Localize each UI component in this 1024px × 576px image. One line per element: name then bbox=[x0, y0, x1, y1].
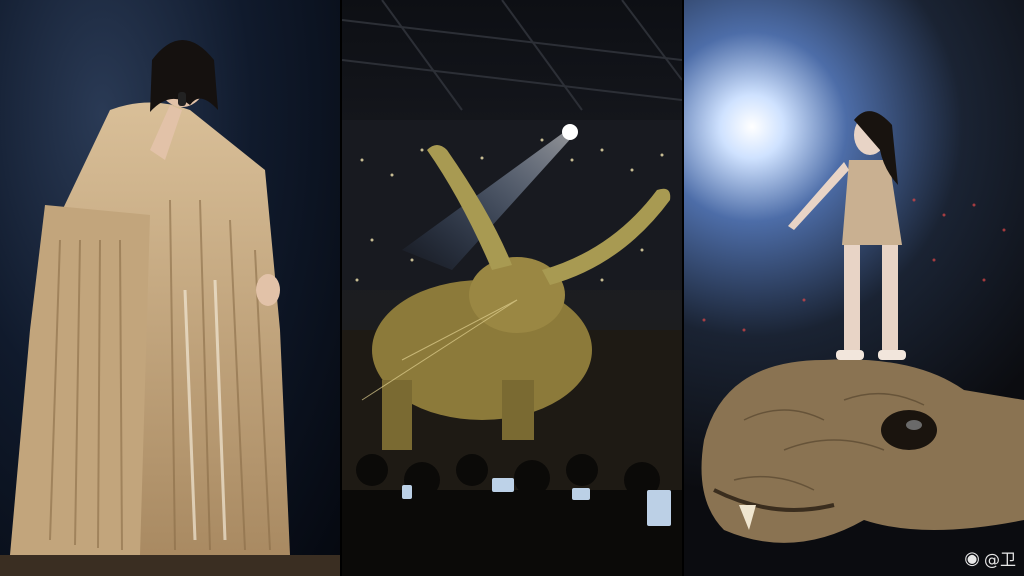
panel-singer-serpent: ◉ @卫 bbox=[684, 0, 1024, 576]
weibo-watermark: ◉ @卫 bbox=[964, 546, 1016, 570]
panel-bull-prop bbox=[342, 0, 682, 576]
bull-prop-illustration bbox=[342, 0, 682, 576]
singer-gown-illustration bbox=[0, 40, 340, 576]
watermark-text: @卫 bbox=[983, 550, 1016, 569]
photo-collage: ◉ @卫 bbox=[0, 0, 1024, 576]
panel-singer-gown bbox=[0, 0, 340, 576]
serpent-prop-illustration bbox=[701, 111, 1024, 543]
weibo-logo-icon: ◉ bbox=[964, 547, 980, 569]
